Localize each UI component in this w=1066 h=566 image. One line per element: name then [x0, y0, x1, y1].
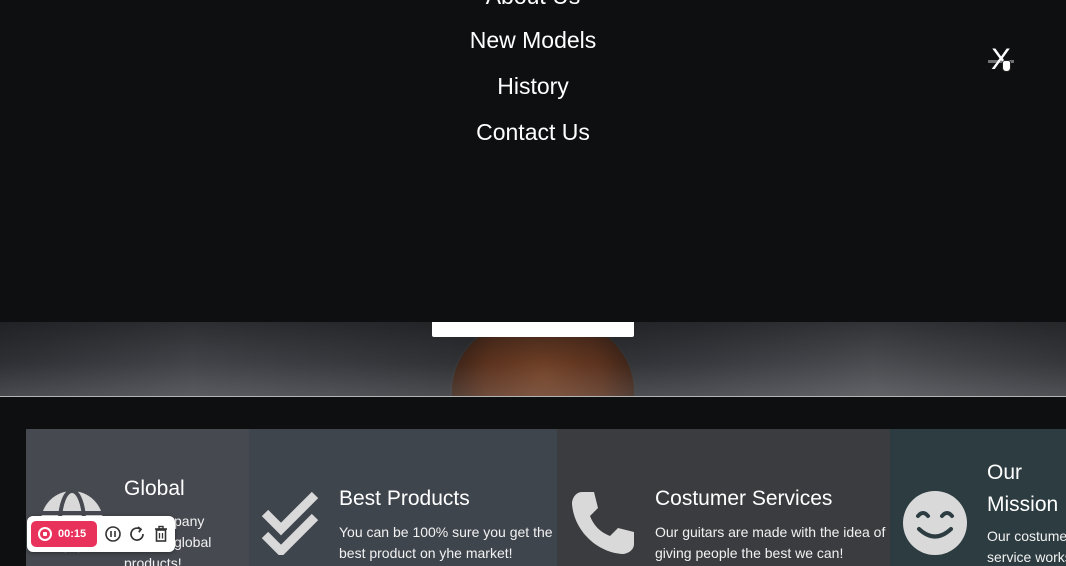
screen-recorder-widget: 00:15 — [27, 516, 175, 552]
feature-title: Costumer Services — [655, 487, 833, 510]
feature-title-line: Mission — [987, 493, 1059, 516]
feature-text-line: giving people the best we can! — [655, 545, 844, 561]
hero-divider — [0, 396, 1066, 397]
feature-card-costumer-services: Costumer Services Our guitars are made w… — [557, 429, 890, 566]
feature-title: Best Products — [339, 487, 470, 510]
feature-card-best-products: Best Products You can be 100% sure you g… — [249, 429, 557, 566]
phone-icon — [572, 492, 634, 554]
restart-icon[interactable] — [128, 525, 146, 543]
nav-link-history[interactable]: History — [0, 73, 1066, 100]
feature-text: Our guitars are made with the idea of gi… — [655, 522, 885, 564]
nav-overlay: About Us New Models History Contact Us X — [0, 0, 1066, 322]
nav-link-contact-us[interactable]: Contact Us — [0, 119, 1066, 146]
feature-text-line: best product on yhe market! — [339, 545, 513, 561]
recording-timer: 00:15 — [58, 528, 87, 540]
feature-text: Our costumer service works — [987, 526, 1066, 566]
feature-text-line: You can be 100% sure you get the — [339, 524, 553, 540]
double-check-icon — [261, 491, 319, 555]
record-stop-icon — [38, 527, 52, 541]
nav-link-about-us[interactable]: About Us — [0, 0, 1066, 10]
feature-title: Global — [124, 477, 185, 500]
feature-card-our-mission: Our Mission Our costumer service works — [890, 429, 1066, 566]
feature-text-line: Our guitars are made with the idea of — [655, 524, 886, 540]
nav-link-new-models[interactable]: New Models — [0, 27, 1066, 54]
feature-text: You can be 100% sure you get the best pr… — [339, 522, 553, 564]
feature-title-line: Our — [987, 461, 1023, 484]
close-menu-button[interactable]: X — [986, 42, 1016, 78]
feature-text-line: products! — [124, 555, 182, 566]
smiley-icon — [903, 491, 967, 555]
stop-recording-button[interactable]: 00:15 — [31, 521, 97, 547]
cursor-hand-icon — [1002, 60, 1011, 72]
feature-text-line: service works — [987, 549, 1066, 565]
hero-image — [0, 322, 1066, 397]
feature-text-line: Our costumer — [987, 528, 1066, 544]
feature-title: Our Mission — [987, 457, 1058, 521]
pause-icon[interactable] — [104, 525, 122, 543]
hero-button[interactable] — [432, 322, 634, 337]
trash-icon[interactable] — [152, 525, 170, 543]
